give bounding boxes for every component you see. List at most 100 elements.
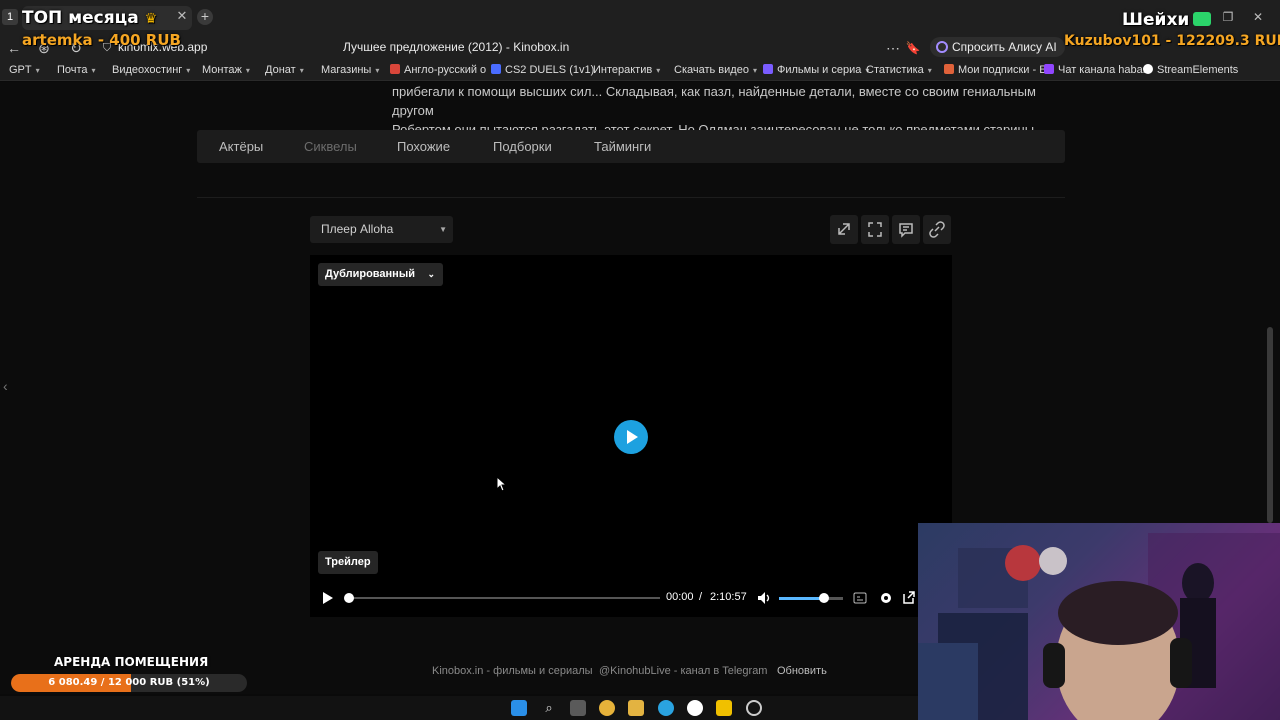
footer-telegram-link[interactable]: @KinohubLive - канал в Telegram <box>599 665 767 677</box>
top-month-overlay: ТОП месяца ♛ <box>22 8 157 28</box>
video-player[interactable]: Дублированный ⌄ Трейлер 00:00 / 2:10:57 <box>310 255 952 617</box>
back-icon[interactable]: ← <box>6 40 22 56</box>
bookmark-folder[interactable]: Почта ▾ <box>57 64 96 76</box>
telegram-icon[interactable] <box>658 700 674 716</box>
expand-icon <box>838 223 850 235</box>
subscriptions-icon <box>944 64 954 74</box>
alice-label: Спросить Алису AI <box>952 40 1057 54</box>
bookmark-folder[interactable]: Донат ▾ <box>265 64 304 76</box>
link-icon <box>929 221 945 238</box>
bookmark-link[interactable]: CS2 DUELS (1v1) <box>491 64 594 76</box>
more-icon[interactable]: ⋯ <box>885 40 901 56</box>
streamelements-icon <box>1143 64 1153 74</box>
bookmarks-bar: GPT ▾ Почта ▾ Видеохостинг ▾ Монтаж ▾ Донат ▾… <box>0 60 1280 81</box>
dictionary-icon <box>390 64 400 74</box>
chevron-down-icon: ▾ <box>91 66 96 75</box>
yandex-browser-icon[interactable] <box>687 700 703 716</box>
crown-icon: ♛ <box>144 11 158 27</box>
settings-gear-icon[interactable] <box>878 590 894 606</box>
obs-icon[interactable] <box>746 700 762 716</box>
chevron-down-icon: ▾ <box>245 66 250 75</box>
bookmark-folder[interactable]: Скачать видео ▾ <box>674 64 757 76</box>
tab-timings[interactable]: Тайминги <box>594 139 651 154</box>
progress-knob[interactable] <box>344 593 354 603</box>
tab-sequels[interactable]: Сиквелы <box>304 139 357 154</box>
scrollbar-thumb[interactable] <box>1267 327 1273 523</box>
alice-button[interactable]: Спросить Алису AI <box>930 37 1065 57</box>
chrome-icon[interactable] <box>599 700 615 716</box>
chevron-down-icon: ▾ <box>35 66 40 75</box>
player-select[interactable]: Плеер Alloha ▼ <box>310 216 453 243</box>
chevron-down-icon: ▾ <box>927 66 932 75</box>
tab-actors[interactable]: Актёры <box>219 139 263 154</box>
top-donor-overlay: artemka - 400 RUB <box>22 31 181 49</box>
footer-site-link[interactable]: Kinobox.in - фильмы и сериалы <box>432 665 593 677</box>
video-controls: 00:00 / 2:10:57 <box>310 588 952 608</box>
chevron-down-icon: ▾ <box>299 66 304 75</box>
chevron-down-icon: ▾ <box>375 66 380 75</box>
close-window-icon[interactable]: ✕ <box>1250 10 1266 24</box>
trailer-label[interactable]: Трейлер <box>318 551 378 574</box>
bookmark-folder[interactable]: Монтаж ▾ <box>202 64 250 76</box>
search-icon[interactable]: ⌕ <box>541 700 557 716</box>
donation-goal-title: АРЕНДА ПОМЕЩЕНИЯ <box>54 655 209 669</box>
new-tab-button[interactable]: + <box>197 9 213 25</box>
chevron-down-icon: ▼ <box>439 225 447 234</box>
movie-tabs: Актёры Сиквелы Похожие Подборки Тайминги <box>197 130 1065 163</box>
subtitles-icon[interactable] <box>853 592 867 604</box>
bookmark-icon[interactable]: 🔖 <box>905 40 921 56</box>
file-explorer-icon[interactable] <box>628 700 644 716</box>
donation-goal-text: 6 080.49 / 12 000 RUB (51%) <box>48 677 210 688</box>
bookmark-folder[interactable]: Фильмы и сериа ▾ <box>763 64 869 76</box>
comments-button[interactable] <box>892 215 920 244</box>
bookmark-folder[interactable]: Магазины ▾ <box>321 64 379 76</box>
time-separator: / <box>699 591 703 603</box>
alice-icon <box>936 41 948 53</box>
tab-close-icon[interactable]: ✕ <box>175 9 189 23</box>
sheikhs-title: Шейхи <box>1122 10 1190 30</box>
stats-icon[interactable] <box>716 700 732 716</box>
volume-fill <box>779 597 824 600</box>
player-select-value: Плеер Alloha <box>321 222 394 236</box>
twitch-icon <box>1044 64 1054 74</box>
dub-select[interactable]: Дублированный ⌄ <box>318 263 443 286</box>
bookmark-link[interactable]: StreamElements <box>1143 64 1238 76</box>
chevron-left-icon[interactable]: ‹ <box>3 378 8 394</box>
bookmark-folder[interactable]: Видеохостинг ▾ <box>112 64 190 76</box>
play-big-button[interactable] <box>614 420 648 454</box>
share-link-button[interactable] <box>923 215 951 244</box>
screen: 1 ✕ + ❐ ✕ ← ⊛ ↻ ⛉ kinomix.web.app Лучшее… <box>0 0 1280 720</box>
fullscreen-button[interactable] <box>861 215 889 244</box>
tab-similar[interactable]: Похожие <box>397 139 450 154</box>
browser-tab-bar: 1 ✕ + ❐ ✕ <box>0 0 1280 34</box>
restore-window-icon[interactable]: ❐ <box>1220 10 1236 24</box>
sheikh-donor-overlay: Kuzubov101 - 122209.3 RUB <box>1064 33 1280 49</box>
volume-knob[interactable] <box>818 593 829 603</box>
bookmark-link[interactable]: Англо-русский о <box>390 64 486 76</box>
expand-button[interactable] <box>830 215 858 244</box>
volume-icon[interactable] <box>757 591 772 605</box>
play-icon[interactable] <box>321 591 335 605</box>
bookmark-folder[interactable]: Статистика ▾ <box>866 64 932 76</box>
progress-bar[interactable] <box>344 593 660 603</box>
bookmark-link[interactable]: Мои подписки - E <box>944 64 1047 76</box>
tab-count-badge[interactable]: 1 <box>2 9 18 25</box>
webcam-image <box>918 533 1280 720</box>
volume-slider[interactable] <box>779 593 843 603</box>
bookmark-folder[interactable]: Интерактив ▾ <box>593 64 660 76</box>
external-open-icon[interactable] <box>902 590 916 606</box>
chevron-down-icon: ▾ <box>752 66 757 75</box>
webcam-overlay <box>918 523 1280 720</box>
refresh-button[interactable]: Обновить <box>777 665 827 677</box>
bookmark-link[interactable]: Чат канала haban <box>1044 64 1149 76</box>
fullscreen-icon <box>868 222 882 237</box>
windows-start-icon[interactable] <box>511 700 527 716</box>
task-view-icon[interactable] <box>570 700 586 716</box>
chevron-down-icon: ▾ <box>656 66 661 75</box>
tab-collections[interactable]: Подборки <box>493 139 552 154</box>
comment-icon <box>899 223 913 238</box>
donation-goal-bar: 6 080.49 / 12 000 RUB (51%) <box>11 674 247 692</box>
movies-icon <box>763 64 773 74</box>
bookmark-folder[interactable]: GPT ▾ <box>9 64 40 76</box>
chevron-down-icon: ▾ <box>186 66 191 75</box>
